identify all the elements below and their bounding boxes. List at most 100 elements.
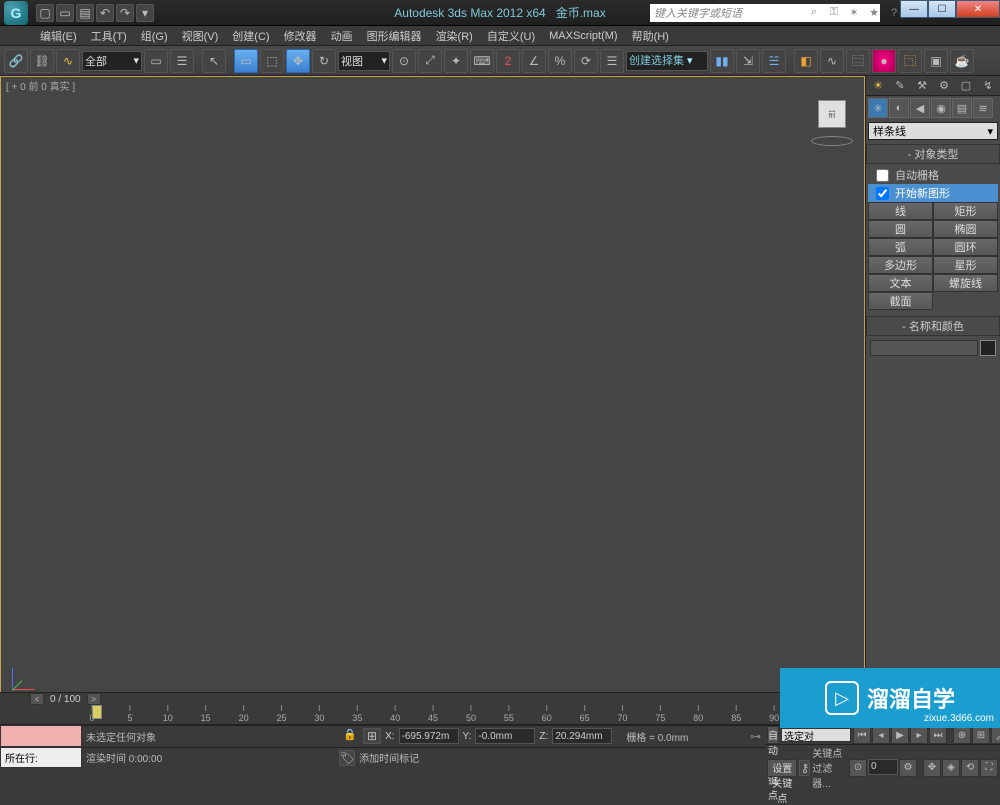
sun-icon[interactable]: ☀ bbox=[871, 78, 886, 93]
hammer-icon[interactable]: ⚒ bbox=[915, 78, 930, 93]
absolute-mode-icon[interactable]: ⊞ bbox=[363, 728, 381, 744]
btn-ngon[interactable]: 多边形 bbox=[868, 256, 933, 274]
time-tag-icon[interactable]: 🏷 bbox=[339, 750, 355, 766]
btn-rectangle[interactable]: 矩形 bbox=[933, 202, 998, 220]
menu-modifiers[interactable]: 修改器 bbox=[284, 28, 317, 44]
unlink-icon[interactable]: ⛓ bbox=[30, 49, 54, 73]
btn-line[interactable]: 线 bbox=[868, 202, 933, 220]
viewcube-face[interactable]: 前 bbox=[818, 100, 846, 128]
nav-zoom-all-icon[interactable]: ⊞ bbox=[972, 726, 990, 744]
bind-spacewarp-icon[interactable]: ∿ bbox=[56, 49, 80, 73]
select-by-name-icon[interactable]: ☰ bbox=[170, 49, 194, 73]
next-frame-icon[interactable]: ▸ bbox=[910, 726, 928, 744]
percent-snap-icon[interactable]: % bbox=[548, 49, 572, 73]
mirror-icon[interactable]: ▮▮ bbox=[710, 49, 734, 73]
tab-hierarchy-icon[interactable]: ◀ bbox=[910, 98, 930, 118]
key-filter-sel-input[interactable] bbox=[781, 728, 851, 742]
viewport[interactable]: [ + 0 前 0 真实 ] 前 bbox=[0, 76, 865, 716]
btn-star[interactable]: 星形 bbox=[933, 256, 998, 274]
select-object-icon[interactable]: ▭ bbox=[144, 49, 168, 73]
prev-frame-icon[interactable]: ◂ bbox=[872, 726, 890, 744]
graphite-toggle-icon[interactable]: ◧ bbox=[794, 49, 818, 73]
z-coord-input[interactable] bbox=[552, 728, 612, 744]
named-selection-dropdown[interactable]: 创建选择集 ▾ bbox=[626, 51, 708, 71]
maximize-button[interactable]: ☐ bbox=[928, 0, 956, 18]
goto-end-icon[interactable]: ⏭ bbox=[929, 726, 947, 744]
btn-arc[interactable]: 弧 bbox=[868, 238, 933, 256]
viewcube[interactable]: 前 bbox=[809, 100, 855, 146]
nav-fov-icon[interactable]: ◿ bbox=[991, 726, 1000, 744]
app-icon[interactable]: G bbox=[4, 1, 28, 25]
autogrid-checkbox-row[interactable]: 自动栅格 bbox=[868, 166, 998, 184]
brush-icon[interactable]: ✎ bbox=[893, 78, 908, 93]
nav-zoom-icon[interactable]: ⊕ bbox=[953, 726, 971, 744]
goto-start-icon[interactable]: ⏮ bbox=[853, 726, 871, 744]
tab-display-icon[interactable]: ▤ bbox=[952, 98, 972, 118]
start-new-shape-row[interactable]: 开始新图形 bbox=[868, 184, 998, 202]
favorites-icon[interactable]: ★ bbox=[866, 5, 882, 21]
tab-utilities-icon[interactable]: ≋ bbox=[973, 98, 993, 118]
wrench-icon[interactable]: ↯ bbox=[981, 78, 996, 93]
menu-group[interactable]: 组(G) bbox=[141, 28, 168, 44]
time-slider-next[interactable]: > bbox=[87, 693, 101, 705]
rollout-object-type-header[interactable]: 对象类型 bbox=[866, 144, 1000, 164]
schematic-view-icon[interactable]: ⿳ bbox=[846, 49, 870, 73]
render-production-icon[interactable]: ☕ bbox=[950, 49, 974, 73]
x-coord-input[interactable] bbox=[399, 728, 459, 744]
manipulate-icon[interactable]: ✦ bbox=[444, 49, 468, 73]
tab-motion-icon[interactable]: ◉ bbox=[931, 98, 951, 118]
minimize-button[interactable]: — bbox=[900, 0, 928, 18]
layers-icon[interactable]: ☱ bbox=[762, 49, 786, 73]
angle-snap-icon[interactable]: ∠ bbox=[522, 49, 546, 73]
tab-create-icon[interactable]: ✳ bbox=[868, 98, 888, 118]
menu-customize[interactable]: 自定义(U) bbox=[487, 28, 535, 44]
listener-top[interactable] bbox=[0, 725, 82, 747]
menu-tools[interactable]: 工具(T) bbox=[91, 28, 127, 44]
y-coord-input[interactable] bbox=[475, 728, 535, 744]
close-button[interactable]: ✕ bbox=[956, 0, 1000, 18]
time-scrubber[interactable] bbox=[92, 705, 102, 719]
qat-save-icon[interactable]: ▤ bbox=[76, 4, 94, 22]
menu-views[interactable]: 视图(V) bbox=[182, 28, 219, 44]
btn-helix[interactable]: 螺旋线 bbox=[933, 274, 998, 292]
select-cursor-icon[interactable]: ↖ bbox=[202, 49, 226, 73]
time-slider-prev[interactable]: < bbox=[30, 693, 44, 705]
comm-center-icon[interactable]: ⊶ bbox=[750, 730, 761, 743]
object-name-input[interactable] bbox=[870, 340, 978, 356]
auto-key-button[interactable]: 自动关键点 bbox=[767, 726, 779, 744]
menu-graph-editors[interactable]: 图形编辑器 bbox=[367, 28, 422, 44]
use-pivot-center-icon[interactable]: ⊙ bbox=[392, 49, 416, 73]
btn-ellipse[interactable]: 椭圆 bbox=[933, 220, 998, 238]
qat-open-icon[interactable]: ▭ bbox=[56, 4, 74, 22]
menu-edit[interactable]: 编辑(E) bbox=[40, 28, 77, 44]
lock-selection-icon[interactable]: 🔒 bbox=[343, 728, 359, 744]
menu-create[interactable]: 创建(C) bbox=[232, 28, 269, 44]
menu-help[interactable]: 帮助(H) bbox=[632, 28, 669, 44]
btn-donut[interactable]: 圆环 bbox=[933, 238, 998, 256]
curve-editor-icon[interactable]: ∿ bbox=[820, 49, 844, 73]
btn-circle[interactable]: 圆 bbox=[868, 220, 933, 238]
start-new-shape-checkbox[interactable] bbox=[876, 187, 889, 200]
viewport-label[interactable]: [ + 0 前 0 真实 ] bbox=[6, 78, 75, 93]
window-crossing-icon[interactable]: ⬚ bbox=[260, 49, 284, 73]
qat-undo-icon[interactable]: ↶ bbox=[96, 4, 114, 22]
menu-maxscript[interactable]: MAXScript(M) bbox=[549, 30, 617, 42]
selection-filter-dropdown[interactable]: 全部 bbox=[82, 51, 142, 71]
btn-section[interactable]: 截面 bbox=[868, 292, 933, 310]
current-frame-input[interactable] bbox=[868, 759, 898, 775]
qat-new-icon[interactable]: ▢ bbox=[36, 4, 54, 22]
select-move-icon[interactable]: ✥ bbox=[286, 49, 310, 73]
key-icon[interactable]: ⚿ bbox=[826, 5, 842, 21]
tab-modify-icon[interactable]: ◐ bbox=[889, 98, 909, 118]
rect-select-region-icon[interactable]: ▭ bbox=[234, 49, 258, 73]
snap-2d-icon[interactable]: 2 bbox=[496, 49, 520, 73]
menu-animation[interactable]: 动画 bbox=[331, 28, 353, 44]
qat-more-icon[interactable]: ▾ bbox=[136, 4, 154, 22]
select-rotate-icon[interactable]: ↻ bbox=[312, 49, 336, 73]
ref-coord-dropdown[interactable]: 视图 bbox=[338, 51, 390, 71]
spinner-snap-icon[interactable]: ⟳ bbox=[574, 49, 598, 73]
play-icon[interactable]: ▶ bbox=[891, 726, 909, 744]
rollout-name-color-header[interactable]: 名称和颜色 bbox=[866, 316, 1000, 336]
rendered-frame-icon[interactable]: ▣ bbox=[924, 49, 948, 73]
qat-redo-icon[interactable]: ↷ bbox=[116, 4, 134, 22]
